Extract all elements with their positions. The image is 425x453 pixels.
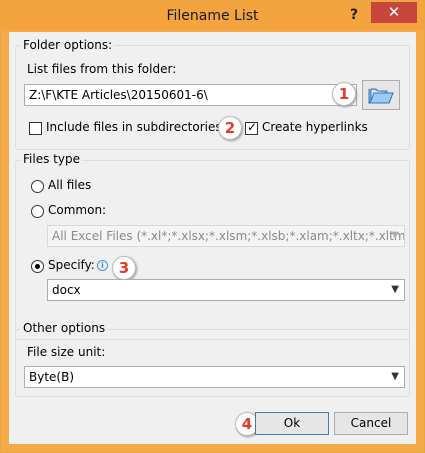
dialog-client-area: Folder options: List files from this fol… <box>9 32 416 444</box>
close-button[interactable]: ✕ <box>371 2 417 23</box>
file-size-unit-select[interactable]: Byte(B) ▼ <box>24 366 405 388</box>
annotation-badge-1: 1 <box>332 82 356 106</box>
help-button[interactable]: ? <box>342 5 366 25</box>
title-bar: Filename List ? ✕ <box>1 1 424 31</box>
create-hyperlinks-label[interactable]: Create hyperlinks <box>262 120 368 134</box>
common-file-type-value: All Excel Files (*.xl*;*.xlsx;*.xlsm;*.x… <box>52 229 405 243</box>
common-radio[interactable] <box>31 205 44 218</box>
folder-path-input[interactable]: Z:\F\KTE Articles\20150601-6\ <box>24 84 357 106</box>
info-icon[interactable]: i <box>97 260 108 271</box>
chevron-down-icon: ▼ <box>391 230 399 241</box>
files-type-label: Files type <box>21 152 82 166</box>
folder-options-label: Folder options: <box>21 38 115 52</box>
radio-selected-dot <box>35 264 40 269</box>
other-options-label: Other options <box>21 321 108 335</box>
all-files-label[interactable]: All files <box>48 178 91 192</box>
include-subdirs-checkbox[interactable] <box>29 122 42 135</box>
folder-open-icon <box>368 88 394 104</box>
all-files-radio[interactable] <box>31 180 44 193</box>
browse-folder-button[interactable] <box>362 80 400 110</box>
common-file-type-select[interactable]: All Excel Files (*.xl*;*.xlsx;*.xlsm;*.x… <box>47 225 405 247</box>
chevron-down-icon: ▼ <box>391 284 399 295</box>
specify-extension-value: docx <box>52 283 81 297</box>
create-hyperlinks-checkbox[interactable]: ✓ <box>245 120 258 135</box>
list-files-label: List files from this folder: <box>27 62 177 76</box>
common-label[interactable]: Common: <box>48 203 106 217</box>
annotation-badge-3: 3 <box>112 256 136 280</box>
specify-label[interactable]: Specify: <box>48 258 95 272</box>
include-subdirs-label[interactable]: Include files in subdirectories <box>46 120 222 134</box>
specify-radio[interactable] <box>31 260 44 273</box>
ok-button[interactable]: Ok <box>255 412 329 435</box>
checkmark-icon: ✓ <box>247 120 258 134</box>
chevron-down-icon: ▼ <box>391 371 399 382</box>
specify-extension-combo[interactable]: docx ▼ <box>47 279 405 301</box>
cancel-button[interactable]: Cancel <box>334 412 408 435</box>
annotation-badge-2: 2 <box>218 116 242 140</box>
file-size-unit-value: Byte(B) <box>29 370 75 384</box>
filename-list-dialog: Filename List ? ✕ Folder options: List f… <box>0 0 425 453</box>
file-size-unit-label: File size unit: <box>27 345 106 359</box>
